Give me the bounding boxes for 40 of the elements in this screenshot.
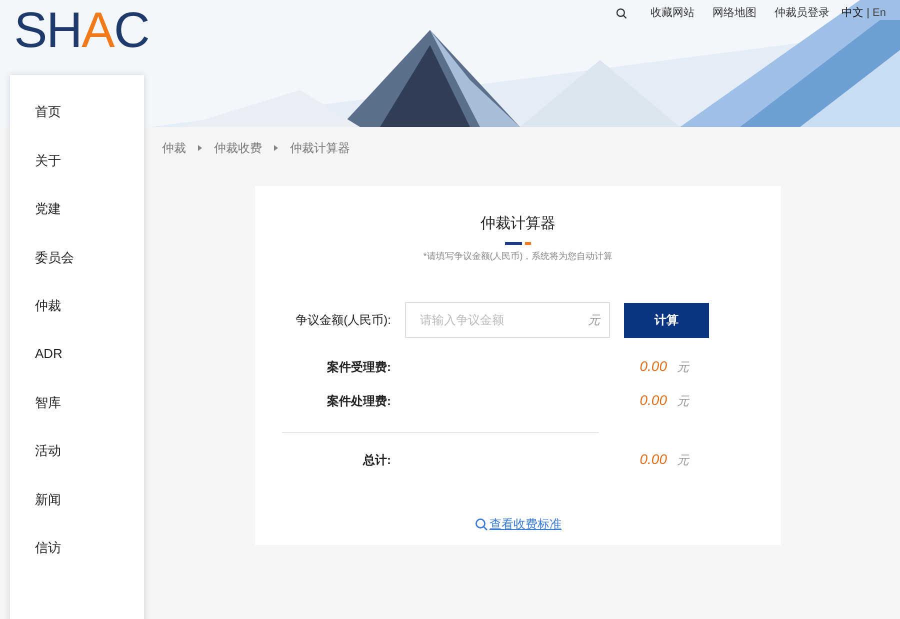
search-icon[interactable] xyxy=(616,8,627,19)
sidebar-item[interactable]: ADR xyxy=(35,344,62,364)
sidebar-item[interactable]: 新闻 xyxy=(35,490,61,510)
unit-text: 元 xyxy=(588,312,600,328)
sidebar-item[interactable]: 党建 xyxy=(35,199,61,219)
caret-icon xyxy=(274,145,278,151)
caret-icon xyxy=(198,145,202,151)
language-option[interactable]: En xyxy=(872,5,886,22)
fee-standard-link[interactable]: 查看收费标准 xyxy=(474,515,562,533)
logo[interactable]: SHAC xyxy=(14,0,149,60)
field-label: 争议金额(人民币): xyxy=(294,312,392,329)
breadcrumb-link[interactable]: 仲裁收费 xyxy=(214,139,262,157)
sidebar-item[interactable]: 活动 xyxy=(35,441,61,461)
fee-value: 0.00 xyxy=(640,451,667,467)
breadcrumb-link[interactable]: 仲裁 xyxy=(162,139,186,157)
sidebar-item[interactable]: 信访 xyxy=(35,538,61,558)
unit-text: 元 xyxy=(677,393,689,410)
title-underline xyxy=(505,242,531,244)
separator-text: | xyxy=(866,6,870,21)
sidebar-item[interactable]: 智库 xyxy=(35,392,61,412)
sidebar-item[interactable]: 关于 xyxy=(35,150,61,170)
unit-text: 元 xyxy=(677,359,689,376)
sidebar-item[interactable]: 仲裁 xyxy=(35,296,61,316)
fee-label: 案件处理费: xyxy=(326,393,392,410)
fee-value: 0.00 xyxy=(640,358,667,374)
nav-link[interactable]: 仲裁员登录 xyxy=(774,5,830,22)
nav-link[interactable]: 网络地图 xyxy=(712,5,757,22)
fee-value: 0.00 xyxy=(640,392,667,408)
hint-text: *请填写争议金额(人民币)，系统将为您自动计算 xyxy=(423,250,613,263)
sidebar-item[interactable]: 委员会 xyxy=(35,248,74,268)
nav-link[interactable]: 收藏网站 xyxy=(650,5,695,22)
fee-label: 案件受理费: xyxy=(326,359,392,376)
search-icon xyxy=(474,518,488,530)
card-title: 仲裁计算器 xyxy=(480,214,556,234)
calculate-button[interactable]: 计算 xyxy=(624,302,709,338)
unit-text: 元 xyxy=(677,452,689,469)
breadcrumb-link[interactable]: 仲裁计算器 xyxy=(290,139,350,157)
language-option[interactable]: 中文 xyxy=(842,5,864,22)
sidebar-item[interactable]: 首页 xyxy=(35,102,61,122)
fee-label: 总计: xyxy=(362,452,392,469)
